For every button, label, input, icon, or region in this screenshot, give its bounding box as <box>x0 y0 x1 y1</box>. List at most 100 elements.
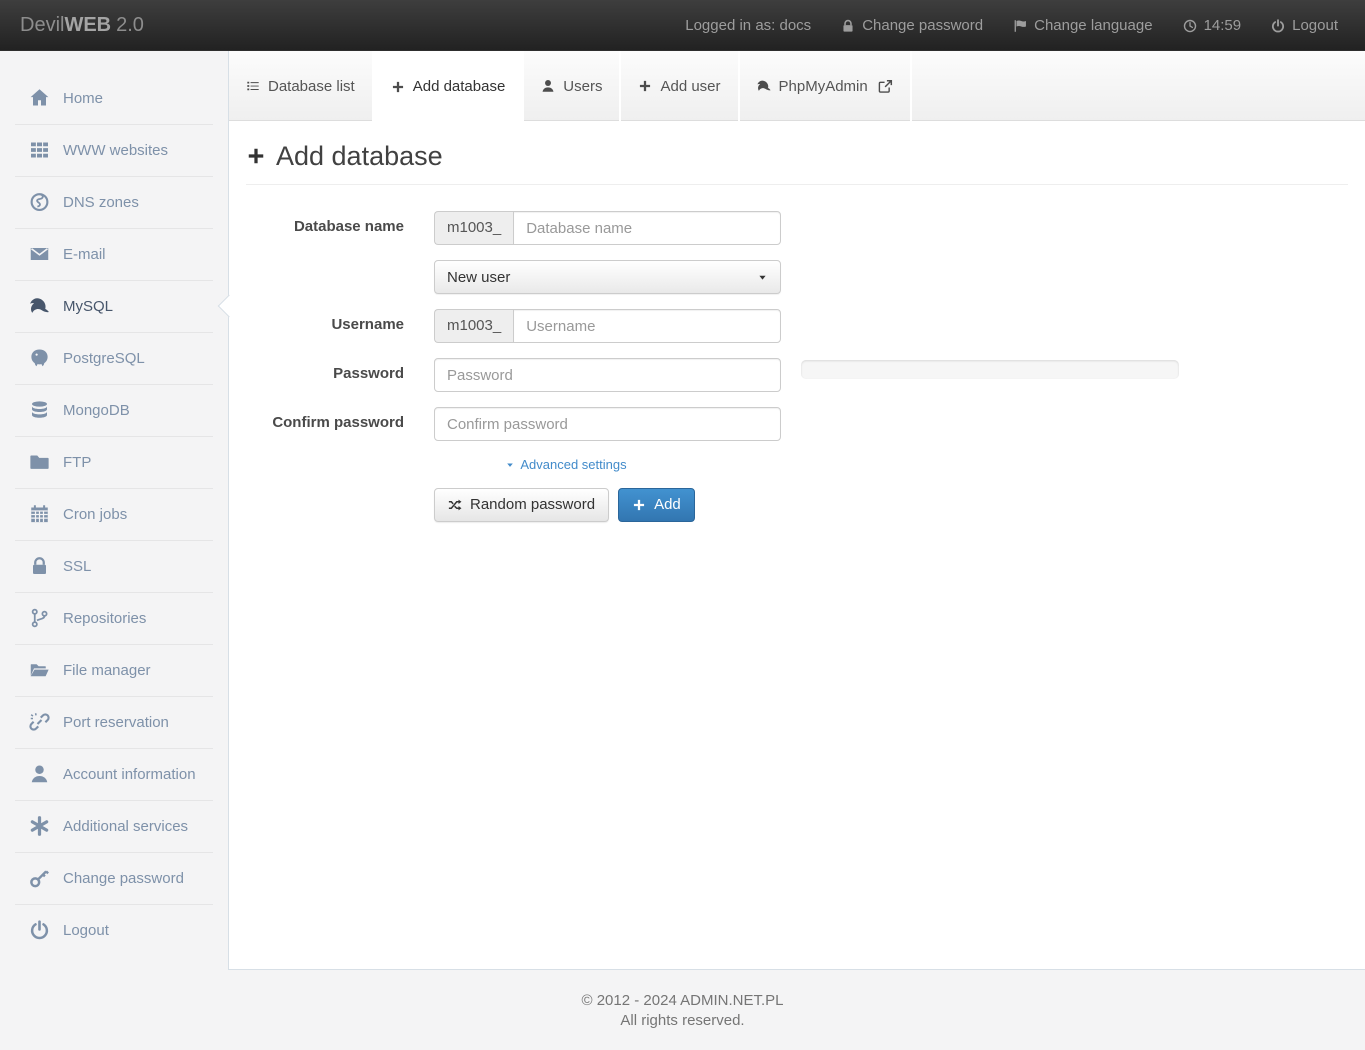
username-group: m1003_ <box>434 309 781 343</box>
advanced-settings-label: Advanced settings <box>520 457 626 472</box>
tab-database-list[interactable]: Database list <box>229 51 374 121</box>
tab-add-database[interactable]: Add database <box>374 51 525 122</box>
mysql-dolphin-icon <box>757 79 771 93</box>
code-branch-icon <box>27 608 52 628</box>
random-password-label: Random password <box>470 495 595 515</box>
key-icon <box>27 868 52 888</box>
tab-label: Database list <box>268 78 355 95</box>
list-icon <box>246 79 260 93</box>
password-input[interactable] <box>434 358 781 392</box>
plus-icon <box>632 498 646 512</box>
sidebar-item-file-manager[interactable]: File manager <box>0 644 228 696</box>
add-database-form: Database name m1003_ New user Username m… <box>246 211 1348 522</box>
lock-icon <box>841 19 855 33</box>
sidebar-item-additional-services[interactable]: Additional services <box>0 800 228 852</box>
brand-version: 2.0 <box>116 14 144 36</box>
main-panel: Database list Add database Users Add user Ph… <box>228 51 1365 970</box>
add-button[interactable]: Add <box>618 488 695 522</box>
sidebar-item-change-password[interactable]: Change password <box>0 852 228 904</box>
caret-down-icon <box>505 460 515 470</box>
user-icon <box>541 79 555 93</box>
sidebar-item-logout[interactable]: Logout <box>0 904 228 956</box>
tab-phpmyadmin[interactable]: PhpMyAdmin <box>740 51 912 121</box>
user-select-value: New user <box>447 269 510 286</box>
sidebar-item-mysql[interactable]: MySQL <box>0 280 228 332</box>
sidebar-item-e-mail[interactable]: E-mail <box>0 228 228 280</box>
sidebar-item-postgresql[interactable]: PostgreSQL <box>0 332 228 384</box>
password-label: Password <box>246 358 434 382</box>
database-name-group: m1003_ <box>434 211 781 245</box>
top-navbar: DevilWEB2.0 Logged in as: docs Change pas… <box>0 0 1365 51</box>
username-input[interactable] <box>513 309 781 343</box>
user-select-dropdown[interactable]: New user <box>434 260 781 294</box>
sidebar-item-account-information[interactable]: Account information <box>0 748 228 800</box>
sidebar-item-label: Home <box>63 90 103 107</box>
folder-icon <box>27 452 52 472</box>
form-actions: Random password Add <box>434 488 1348 522</box>
tab-label: PhpMyAdmin <box>779 78 868 95</box>
sidebar-item-label: Additional services <box>63 818 188 835</box>
folder-open-icon <box>27 660 52 680</box>
database-name-input[interactable] <box>513 211 781 245</box>
sidebar-item-label: E-mail <box>63 246 106 263</box>
database-icon <box>27 400 52 420</box>
sidebar-item-label: Account information <box>63 766 196 783</box>
sidebar-item-www-websites[interactable]: WWW websites <box>0 124 228 176</box>
confirm-password-label: Confirm password <box>246 407 434 431</box>
globe-icon <box>27 192 52 212</box>
home-icon <box>27 88 52 108</box>
navbar-item-logged-in-as: Logged in as: docs <box>685 17 811 34</box>
plus-icon <box>391 80 405 94</box>
envelope-icon <box>27 244 52 264</box>
sidebar-item-cron-jobs[interactable]: Cron jobs <box>0 488 228 540</box>
sidebar-item-label: MySQL <box>63 298 113 315</box>
sidebar-item-mongodb[interactable]: MongoDB <box>0 384 228 436</box>
sidebar-item-port-reservation[interactable]: Port reservation <box>0 696 228 748</box>
advanced-settings-toggle[interactable]: Advanced settings <box>366 457 766 472</box>
navbar-menu: Logged in as: docs Change password Change … <box>685 0 1338 51</box>
tab-users[interactable]: Users <box>524 51 621 121</box>
brand-name-bold: WEB <box>64 14 111 36</box>
page-content: Add database Database name m1003_ New us… <box>229 121 1365 522</box>
navbar-item-server-time: 14:59 <box>1183 17 1242 34</box>
random-password-button[interactable]: Random password <box>434 488 609 522</box>
sidebar-item-label: File manager <box>63 662 151 679</box>
confirm-password-row: Confirm password <box>246 407 1348 441</box>
calendar-icon <box>27 504 52 524</box>
password-strength-meter <box>801 360 1179 379</box>
brand-logo[interactable]: DevilWEB2.0 <box>20 0 144 51</box>
username-row: Username m1003_ <box>246 309 1348 343</box>
database-name-prefix: m1003_ <box>434 211 513 245</box>
plus-icon <box>246 146 266 166</box>
external-link-icon <box>878 79 893 94</box>
sidebar-item-label: Repositories <box>63 610 146 627</box>
page-title-text: Add database <box>276 141 443 171</box>
database-name-row: Database name m1003_ <box>246 211 1348 245</box>
tab-add-user[interactable]: Add user <box>621 51 739 121</box>
title-divider <box>246 184 1348 185</box>
sidebar-item-ftp[interactable]: FTP <box>0 436 228 488</box>
navbar-item-change-language[interactable]: Change language <box>1013 17 1152 34</box>
sidebar-item-repositories[interactable]: Repositories <box>0 592 228 644</box>
sidebar-item-label: Logout <box>63 922 109 939</box>
sidebar-item-label: MongoDB <box>63 402 130 419</box>
sidebar-item-label: FTP <box>63 454 91 471</box>
navbar-item-label: Change password <box>862 17 983 34</box>
sidebar-item-dns-zones[interactable]: DNS zones <box>0 176 228 228</box>
user-select-row: New user <box>246 260 1348 294</box>
confirm-password-input[interactable] <box>434 407 781 441</box>
page-title: Add database <box>246 141 1348 171</box>
sidebar-item-ssl[interactable]: SSL <box>0 540 228 592</box>
add-button-label: Add <box>654 495 681 515</box>
tab-bar: Database list Add database Users Add user Ph… <box>229 51 1365 121</box>
database-name-label: Database name <box>246 211 434 235</box>
sidebar-item-label: PostgreSQL <box>63 350 145 367</box>
navbar-item-logout[interactable]: Logout <box>1271 17 1338 34</box>
password-row: Password <box>246 358 1348 392</box>
navbar-item-change-password[interactable]: Change password <box>841 17 983 34</box>
sidebar-item-home[interactable]: Home <box>0 72 228 124</box>
shuffle-icon <box>448 498 462 512</box>
tab-label: Users <box>563 78 602 95</box>
navbar-item-label: 14:59 <box>1204 17 1242 34</box>
mysql-dolphin-icon <box>27 296 52 316</box>
